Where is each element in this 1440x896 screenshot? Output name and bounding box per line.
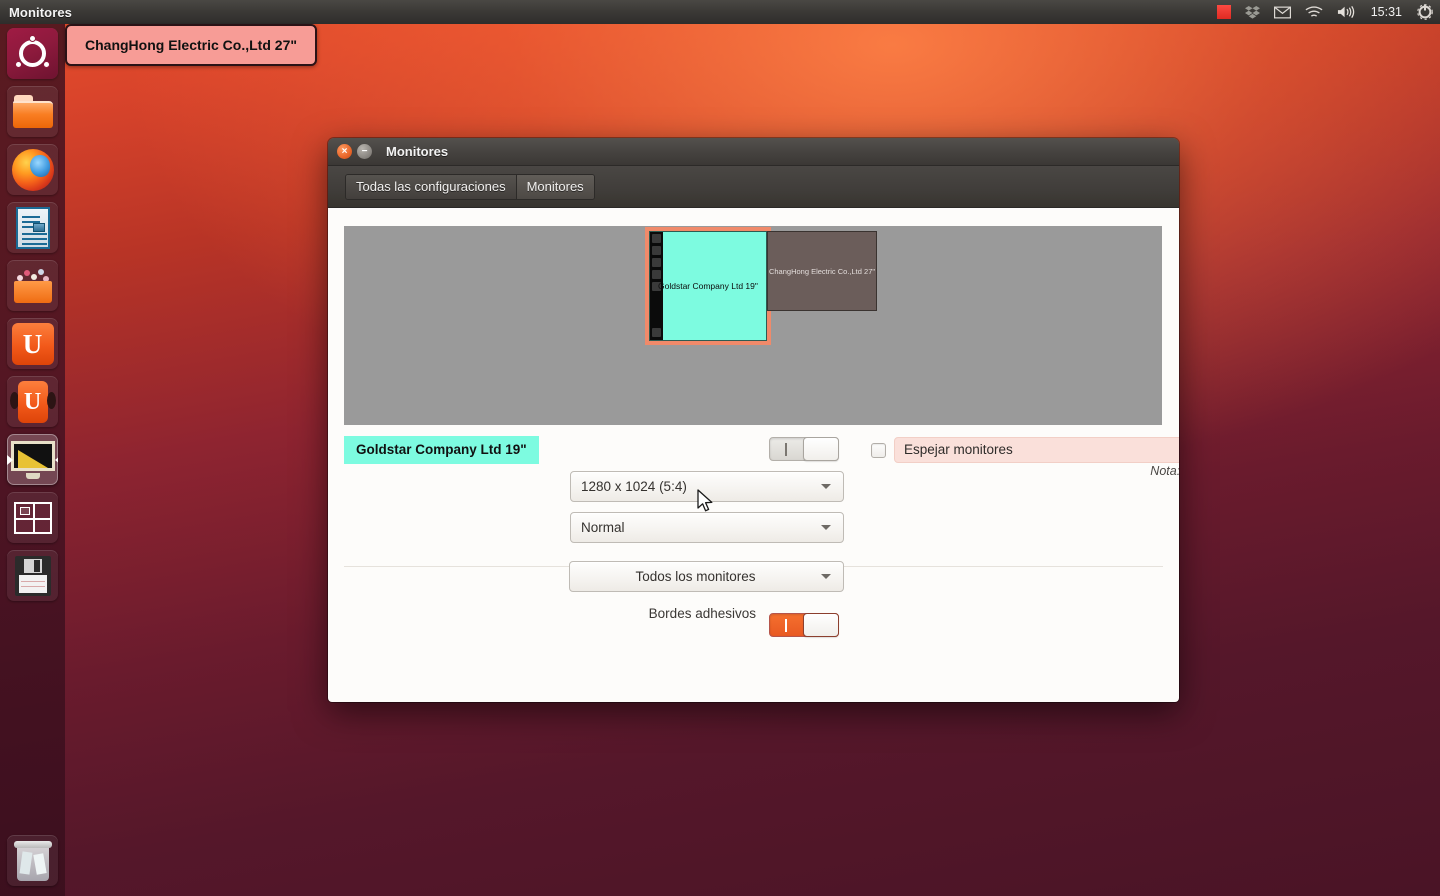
messaging-envelope-icon[interactable] [1267,0,1298,24]
trash-icon [16,841,50,881]
system-tray: 15:31 [1210,0,1440,24]
rotation-value: Normal [571,520,821,535]
tab-monitores[interactable]: Monitores [516,175,594,199]
mirror-monitors-row: Espejar monitores [871,437,1179,463]
dropbox-icon[interactable] [1238,0,1267,24]
volume-icon[interactable] [1330,0,1363,24]
chevron-down-icon [821,484,831,489]
toolbar-button-group: Todas las configuraciones Monitores [345,174,595,200]
resolution-value: 1280 x 1024 (5:4) [571,479,821,494]
folder-icon [13,95,53,128]
sticky-edges-label: Bordes adhesivos [328,606,756,621]
monitor-icon [11,441,55,479]
display-power-toggle[interactable] [769,437,839,461]
ubuntu-one-music-icon: U [10,381,56,423]
firefox-icon [12,149,54,191]
selected-monitor-badge: Goldstar Company Ltd 19" [344,436,539,464]
launcher-item-ubuntu-one-music[interactable]: U [7,376,58,427]
monitors-window: × − Monitores Todas las configuraciones … [328,138,1179,702]
launcher-item-dash-home[interactable] [7,28,58,79]
monitor-layout-preview[interactable]: Goldstar Company Ltd 19" ChangHong Elect… [344,226,1162,425]
launcher-placement-value: Todos los monitores [570,569,821,584]
all-settings-button[interactable]: Todas las configuraciones [346,175,516,199]
floppy-disk-icon [15,556,51,596]
clock[interactable]: 15:31 [1363,0,1410,24]
preview-monitor-changhong[interactable]: ChangHong Electric Co.,Ltd 27" [767,231,877,311]
window-title: Monitores [386,144,448,159]
minimize-icon[interactable]: − [357,144,372,159]
dialog-content: Goldstar Company Ltd 19" ChangHong Elect… [328,208,1179,702]
preview-monitor-label: ChangHong Electric Co.,Ltd 27" [769,267,875,276]
document-icon [16,207,50,249]
chevron-down-icon [821,525,831,530]
chevron-down-icon [821,574,831,579]
shopping-bag-icon [14,269,52,303]
launcher-item-firefox[interactable] [7,144,58,195]
launcher-item-workspace-switcher[interactable] [7,492,58,543]
window-toolbar: Todas las configuraciones Monitores [328,166,1179,208]
mirror-note: Nota: puede limitar las opciones de reso… [871,464,1179,478]
workspace-grid-icon [14,502,52,534]
launcher-item-libreoffice-writer[interactable] [7,202,58,253]
ubuntu-one-icon: U [12,323,54,365]
launcher-item-ubuntu-one[interactable]: U [7,318,58,369]
mirror-monitors-label[interactable]: Espejar monitores [894,437,1179,463]
launcher-placement-dropdown[interactable]: Todos los monitores [569,561,844,592]
keyboard-indicator-icon[interactable] [1210,0,1238,24]
unity-launcher: U U [0,24,65,896]
preview-monitor-label: Goldstar Company Ltd 19" [658,281,758,291]
session-power-icon[interactable] [1410,0,1440,24]
panel-app-title[interactable]: Monitores [9,5,72,20]
desktop: Monitores 15:31 [0,0,1440,896]
mouse-cursor [697,489,715,520]
launcher-item-software-center[interactable] [7,260,58,311]
launcher-item-files[interactable] [7,86,58,137]
launcher-item-save-session[interactable] [7,550,58,601]
launcher-item-trash[interactable] [7,835,58,886]
preview-monitor-goldstar[interactable]: Goldstar Company Ltd 19" [649,231,767,341]
network-wifi-icon[interactable] [1298,0,1330,24]
launcher-item-displays[interactable] [7,434,58,485]
launcher-running-indicator-icon [7,455,13,465]
ubuntu-logo-icon [7,28,58,79]
mirror-monitors-checkbox[interactable] [871,443,886,458]
launcher-tooltip: ChangHong Electric Co.,Ltd 27" [65,24,317,66]
window-titlebar: × − Monitores [328,138,1179,166]
close-icon[interactable]: × [337,144,352,159]
top-panel: Monitores 15:31 [0,0,1440,24]
sticky-edges-toggle[interactable] [769,613,839,637]
